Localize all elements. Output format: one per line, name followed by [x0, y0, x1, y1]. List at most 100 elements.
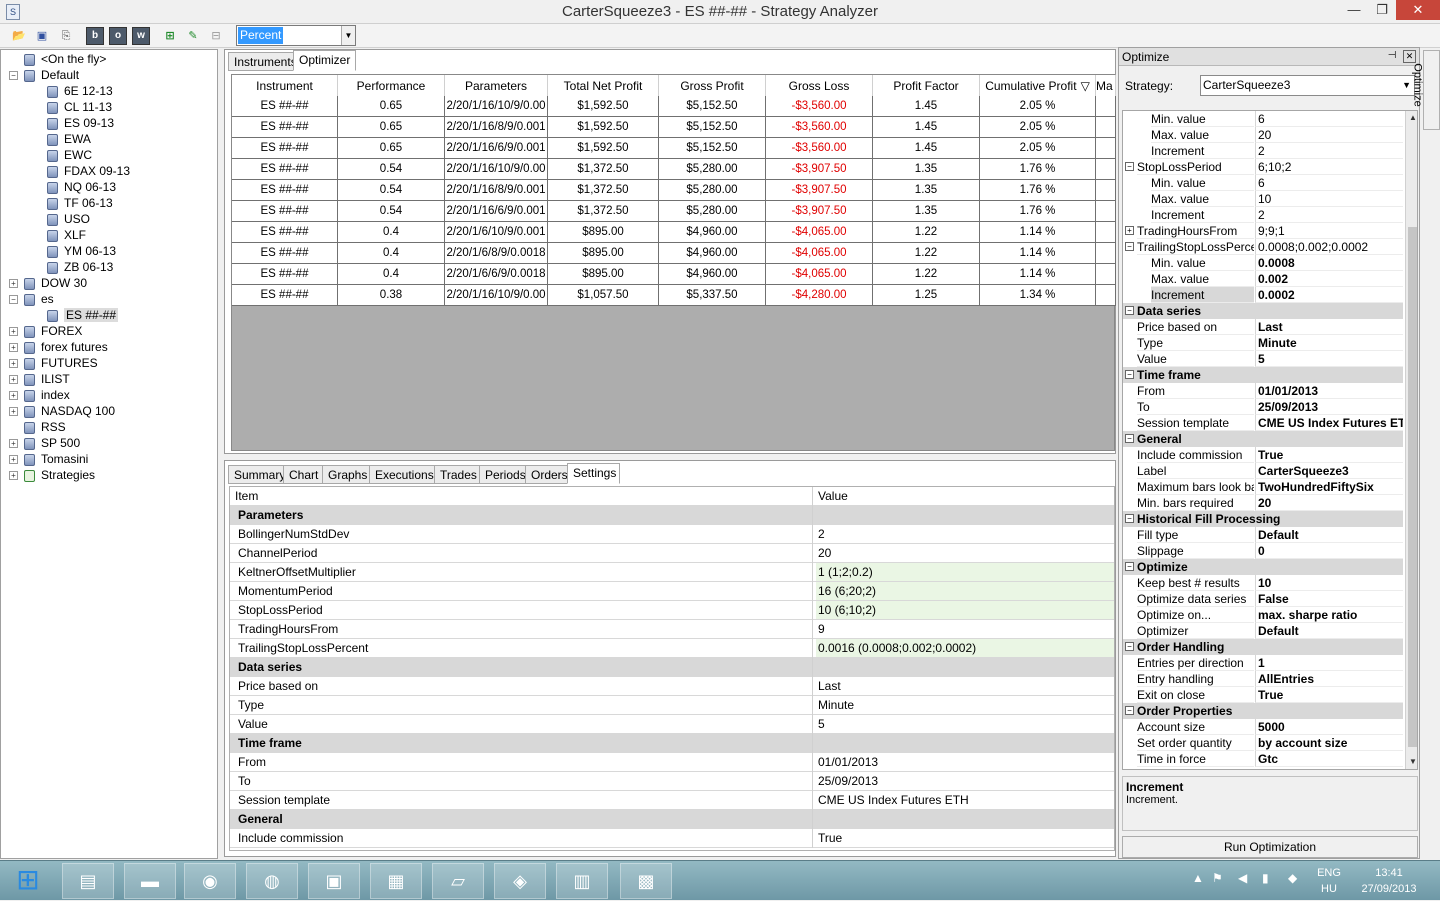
tab-instruments[interactable]: Instruments: [228, 52, 303, 71]
grid-cell[interactable]: ES ##-##: [232, 117, 338, 138]
property-row[interactable]: From 01/01/2013: [1123, 383, 1403, 399]
firefox-icon[interactable]: ◍: [246, 863, 298, 899]
property-category[interactable]: − Time frame: [1123, 367, 1403, 383]
expand-icon[interactable]: +: [9, 327, 18, 337]
w-icon[interactable]: w: [132, 27, 150, 45]
grid-cell[interactable]: $5,280.00: [659, 180, 766, 201]
property-value[interactable]: 2: [1255, 143, 1403, 159]
tree-item[interactable]: − es: [9, 291, 54, 307]
grid-cell[interactable]: $895.00: [548, 243, 659, 264]
property-value[interactable]: True: [1255, 447, 1403, 463]
settings-category[interactable]: General: [230, 810, 1114, 829]
tree-item[interactable]: + Tomasini: [9, 451, 88, 467]
chart-monitor-icon[interactable]: ▩: [620, 863, 672, 899]
grid-cell[interactable]: $4,960.00: [659, 264, 766, 285]
grid-cell[interactable]: 0.65: [338, 96, 445, 117]
tree-item[interactable]: ES 09-13: [47, 115, 114, 131]
grid-cell[interactable]: -$4,065.00: [766, 264, 873, 285]
run-optimization-button[interactable]: Run Optimization: [1122, 836, 1418, 858]
expand-icon[interactable]: +: [9, 359, 18, 369]
property-row[interactable]: Entries per direction 1: [1123, 655, 1403, 671]
property-row[interactable]: Increment 2: [1123, 207, 1403, 223]
tree-item[interactable]: + SP 500: [9, 435, 80, 451]
collapse-icon[interactable]: −: [1125, 562, 1134, 571]
column-header[interactable]: Parameters: [445, 75, 548, 97]
tree-item[interactable]: − Default: [9, 67, 79, 83]
security-icon[interactable]: ◆: [1288, 871, 1297, 885]
grid-cell[interactable]: 2/20/1/16/8/9/0.001: [445, 117, 548, 138]
tree-item[interactable]: YM 06-13: [47, 243, 116, 259]
property-row[interactable]: Value 5: [1123, 351, 1403, 367]
tree-item[interactable]: NQ 06-13: [47, 179, 116, 195]
grid-cell[interactable]: -$4,065.00: [766, 222, 873, 243]
show-hidden-icons-icon[interactable]: ▲: [1192, 871, 1204, 885]
save-disk-icon[interactable]: ▦: [370, 863, 422, 899]
property-value[interactable]: 9;9;1: [1255, 223, 1403, 239]
column-header[interactable]: Gross Loss: [766, 75, 873, 97]
property-row[interactable]: Label CarterSqueeze3: [1123, 463, 1403, 479]
property-value[interactable]: Minute: [1255, 335, 1403, 351]
property-category[interactable]: − Optimize: [1123, 559, 1403, 575]
property-value[interactable]: Last: [1255, 319, 1403, 335]
grid-cell[interactable]: 0.54: [338, 159, 445, 180]
grid-cell[interactable]: ES ##-##: [232, 264, 338, 285]
column-header[interactable]: Total Net Profit: [548, 75, 659, 97]
grid-cell[interactable]: $1,372.50: [548, 201, 659, 222]
settings-row[interactable]: Type Minute: [230, 696, 1114, 715]
expand-icon[interactable]: +: [9, 279, 18, 289]
tab-optimizer[interactable]: Optimizer: [293, 50, 357, 71]
tree-item[interactable]: CL 11-13: [47, 99, 112, 115]
expand-icon[interactable]: +: [9, 375, 18, 385]
grid-cell[interactable]: ES ##-##: [232, 201, 338, 222]
collapse-icon[interactable]: −: [1125, 370, 1134, 379]
tab-executions[interactable]: Executions: [369, 465, 435, 484]
display-mode-select[interactable]: Percent ▼: [236, 25, 356, 46]
tab-trades[interactable]: Trades: [434, 465, 480, 484]
property-row[interactable]: Time in force Gtc: [1123, 751, 1403, 767]
settings-row[interactable]: ChannelPeriod 20: [230, 544, 1114, 563]
b-icon[interactable]: b: [86, 27, 104, 45]
grid-cell[interactable]: -$3,907.50: [766, 180, 873, 201]
grid-cell[interactable]: [1096, 201, 1116, 222]
grid-cell[interactable]: 1.45: [873, 96, 980, 117]
grid-cell[interactable]: $5,280.00: [659, 201, 766, 222]
grid-cell[interactable]: ES ##-##: [232, 138, 338, 159]
pin-icon[interactable]: ⊣: [1385, 49, 1399, 63]
grid-cell[interactable]: 0.54: [338, 201, 445, 222]
expand-icon[interactable]: +: [9, 407, 18, 417]
grid-cell[interactable]: $1,592.50: [548, 138, 659, 159]
save-as-icon[interactable]: ⎘: [57, 27, 75, 45]
grid-cell[interactable]: 1.22: [873, 264, 980, 285]
property-category[interactable]: − Data series: [1123, 303, 1403, 319]
property-row[interactable]: Account size 5000: [1123, 719, 1403, 735]
grid-cell[interactable]: -$3,560.00: [766, 96, 873, 117]
settings-row[interactable]: Price based on Last: [230, 677, 1114, 696]
settings-category[interactable]: Parameters: [230, 506, 1114, 525]
property-row[interactable]: Maximum bars look backTwoHundredFiftySix: [1123, 479, 1403, 495]
settings-row[interactable]: Include commission True: [230, 829, 1114, 848]
property-row[interactable]: + TradingHoursFrom 9;9;1: [1123, 223, 1403, 239]
property-value[interactable]: 20: [1255, 127, 1403, 143]
settings-row[interactable]: From 01/01/2013: [230, 753, 1114, 772]
calculator-icon[interactable]: ▥: [556, 863, 608, 899]
grid-cell[interactable]: 1.14 %: [980, 222, 1096, 243]
column-header[interactable]: Gross Profit: [659, 75, 766, 97]
grid-cell[interactable]: ES ##-##: [232, 285, 338, 306]
grid-cell[interactable]: 0.54: [338, 180, 445, 201]
property-row[interactable]: Min. value 6: [1123, 111, 1403, 127]
property-value[interactable]: TwoHundredFiftySix: [1255, 479, 1403, 495]
grid-cell[interactable]: $1,372.50: [548, 180, 659, 201]
tree-item[interactable]: + Strategies: [9, 467, 95, 483]
grid-cell[interactable]: $1,057.50: [548, 285, 659, 306]
property-value[interactable]: 6;10;2: [1255, 159, 1403, 175]
property-row[interactable]: Keep best # results 10: [1123, 575, 1403, 591]
settings-row[interactable]: TrailingStopLossPercent 0.0016 (0.0008;0.…: [230, 639, 1114, 658]
scroll-thumb[interactable]: [1408, 227, 1417, 747]
scroll-up-icon[interactable]: ▲: [1406, 111, 1417, 125]
grid-cell[interactable]: $1,372.50: [548, 159, 659, 180]
tree-item[interactable]: <On the fly>: [9, 51, 106, 67]
expand-icon[interactable]: +: [9, 471, 18, 481]
settings-row[interactable]: TradingHoursFrom 9: [230, 620, 1114, 639]
expand-icon[interactable]: +: [9, 439, 18, 449]
grid-cell[interactable]: 1.35: [873, 201, 980, 222]
